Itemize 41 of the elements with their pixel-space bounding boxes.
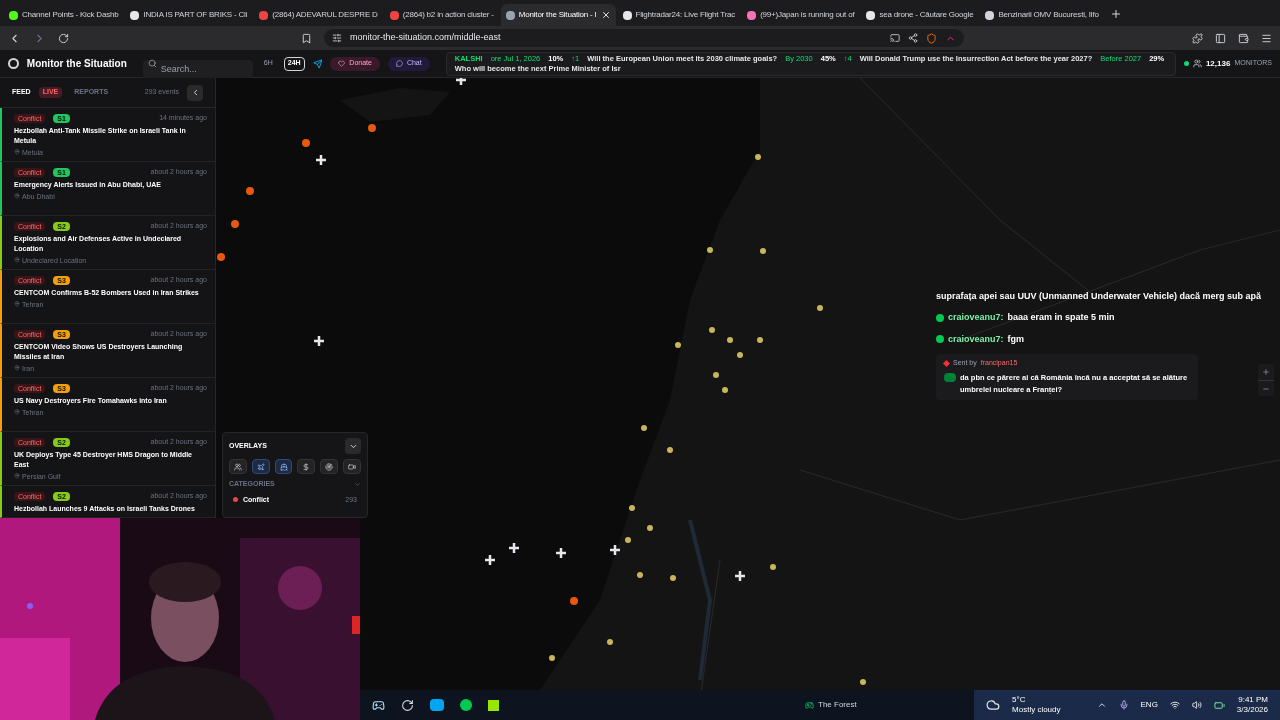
url-text: monitor-the-situation.com/middle-east <box>350 31 501 45</box>
search-field[interactable]: Search... <box>142 59 253 78</box>
browser-tab[interactable]: Flightradar24: Live Flight Trac <box>617 4 741 26</box>
wallet-icon[interactable] <box>1238 32 1249 44</box>
tab-title: sea drone - Căutare Google <box>879 9 974 21</box>
tab-title: INDIA IS PART OF BRIKS - Cli <box>143 9 248 21</box>
close-icon[interactable] <box>600 10 611 20</box>
shield-icon[interactable] <box>926 32 937 44</box>
menu-icon[interactable] <box>1261 32 1272 44</box>
browser-tab[interactable]: INDIA IS PART OF BRIKS - Cli <box>125 4 253 26</box>
app-title: Monitor the Situation <box>26 57 127 71</box>
tab-title: Flightradar24: Live Flight Trac <box>635 9 736 21</box>
tab-title: (99+)Japan is running out of <box>760 9 855 21</box>
tab-title: Monitor the Situation - I <box>518 9 597 21</box>
browser-tab[interactable]: (99+)Japan is running out of <box>742 4 860 26</box>
chat-bubble-icon <box>395 60 403 67</box>
tab-title: Channel Points - Kick Dashb <box>22 9 119 21</box>
browser-tab[interactable]: Monitor the Situation - I <box>500 4 616 26</box>
site-settings-icon[interactable] <box>332 33 342 43</box>
address-field[interactable]: monitor-the-situation.com/middle-east <box>324 29 964 47</box>
bookmark-icon[interactable] <box>301 32 312 44</box>
monitor-count: 12,136 <box>1205 57 1231 70</box>
tab-title: (2864) b2 in action cluster - <box>402 9 494 21</box>
browser-tab[interactable]: Channel Points - Kick Dashb <box>4 4 124 26</box>
browser-tab[interactable]: (2864) b2 in action cluster - <box>384 4 499 26</box>
tab-title: (2864) ADEVARUL DESPRE D <box>272 9 378 21</box>
sidebar-icon[interactable] <box>1215 32 1226 44</box>
logo-icon <box>8 58 19 69</box>
tab-title: Benzinarii OMV Bucuresti, Ilfo <box>998 9 1099 21</box>
new-tab-icon[interactable] <box>1109 8 1122 20</box>
search-icon <box>147 59 157 68</box>
users-icon <box>1192 59 1202 68</box>
extensions-icon[interactable] <box>1192 32 1203 44</box>
reload-icon[interactable] <box>58 32 69 44</box>
telegram-icon[interactable] <box>312 58 323 69</box>
heart-icon <box>338 60 346 67</box>
share-icon[interactable] <box>908 33 918 43</box>
cast-icon[interactable] <box>890 33 900 43</box>
browser-tab[interactable]: (2864) ADEVARUL DESPRE D <box>254 4 383 26</box>
browser-tab[interactable]: sea drone - Căutare Google <box>861 4 979 26</box>
browser-tab[interactable]: Benzinarii OMV Bucuresti, Ilfo <box>980 4 1104 26</box>
